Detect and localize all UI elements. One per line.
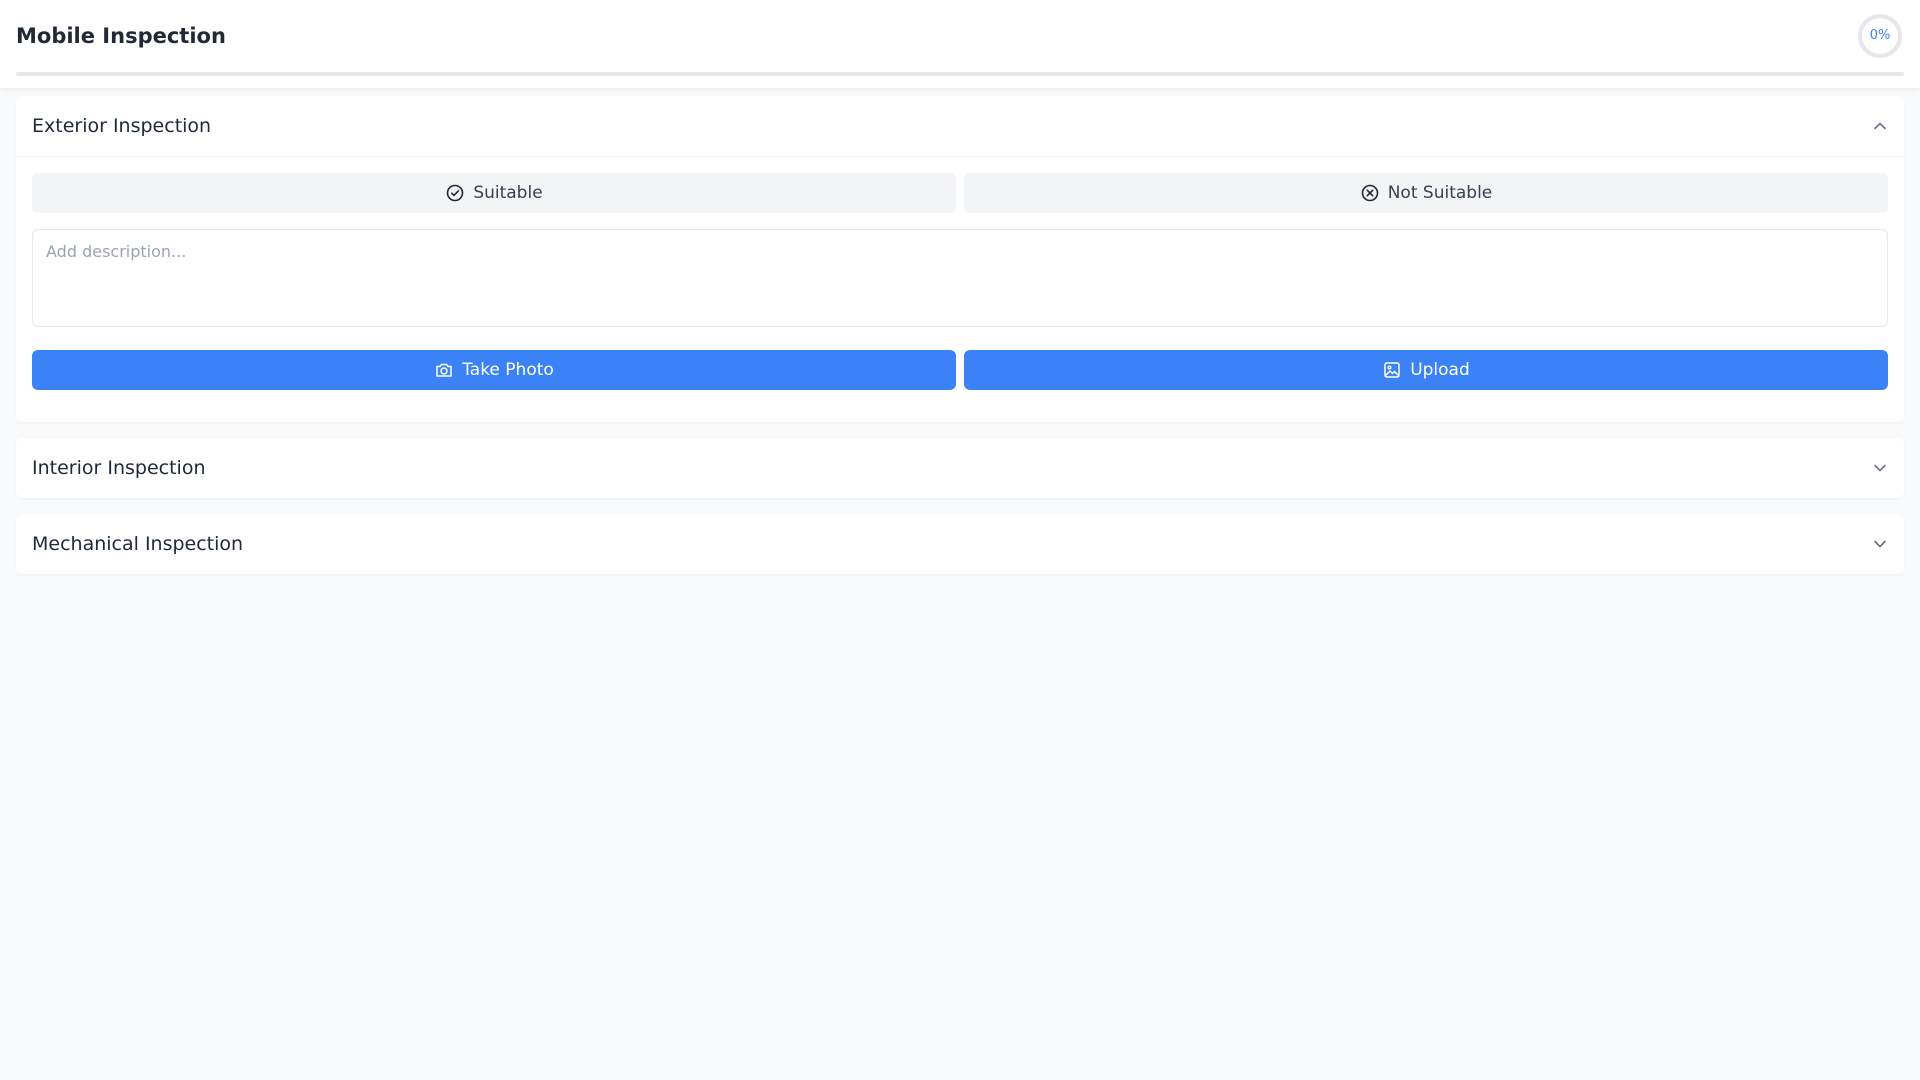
progress-indicator: 0%: [1857, 13, 1903, 59]
chevron-down-icon[interactable]: [1872, 536, 1888, 552]
section-header-exterior[interactable]: Exterior Inspection: [16, 96, 1904, 156]
section-body-exterior: Suitable Not Suitable Take Photo Upload: [16, 156, 1904, 422]
section-title: Exterior Inspection: [32, 115, 212, 137]
image-icon: [1382, 360, 1402, 380]
progress-percent: 0%: [1869, 28, 1891, 43]
take-photo-label: Take Photo: [462, 360, 554, 380]
page-title: Mobile Inspection: [16, 24, 226, 48]
section-interior-inspection: Interior Inspection: [16, 438, 1904, 498]
app-header: Mobile Inspection 0%: [0, 0, 1920, 88]
section-title: Mechanical Inspection: [32, 533, 244, 555]
upload-button[interactable]: Upload: [964, 350, 1888, 390]
description-input[interactable]: [32, 229, 1888, 327]
check-circle-icon: [445, 183, 465, 203]
suitable-button[interactable]: Suitable: [32, 173, 956, 213]
section-header-interior[interactable]: Interior Inspection: [16, 438, 1904, 498]
not-suitable-label: Not Suitable: [1387, 183, 1493, 203]
upload-label: Upload: [1410, 360, 1470, 380]
x-circle-icon: [1360, 183, 1380, 203]
not-suitable-button[interactable]: Not Suitable: [964, 173, 1888, 213]
progress-bar: [16, 72, 1904, 76]
section-exterior-inspection: Exterior Inspection Suitable Not Suitabl…: [16, 96, 1904, 422]
camera-icon: [434, 360, 454, 380]
section-header-mechanical[interactable]: Mechanical Inspection: [16, 514, 1904, 574]
section-title: Interior Inspection: [32, 457, 206, 479]
section-mechanical-inspection: Mechanical Inspection: [16, 514, 1904, 574]
take-photo-button[interactable]: Take Photo: [32, 350, 956, 390]
suitable-label: Suitable: [473, 183, 543, 203]
chevron-up-icon[interactable]: [1872, 118, 1888, 134]
chevron-down-icon[interactable]: [1872, 460, 1888, 476]
